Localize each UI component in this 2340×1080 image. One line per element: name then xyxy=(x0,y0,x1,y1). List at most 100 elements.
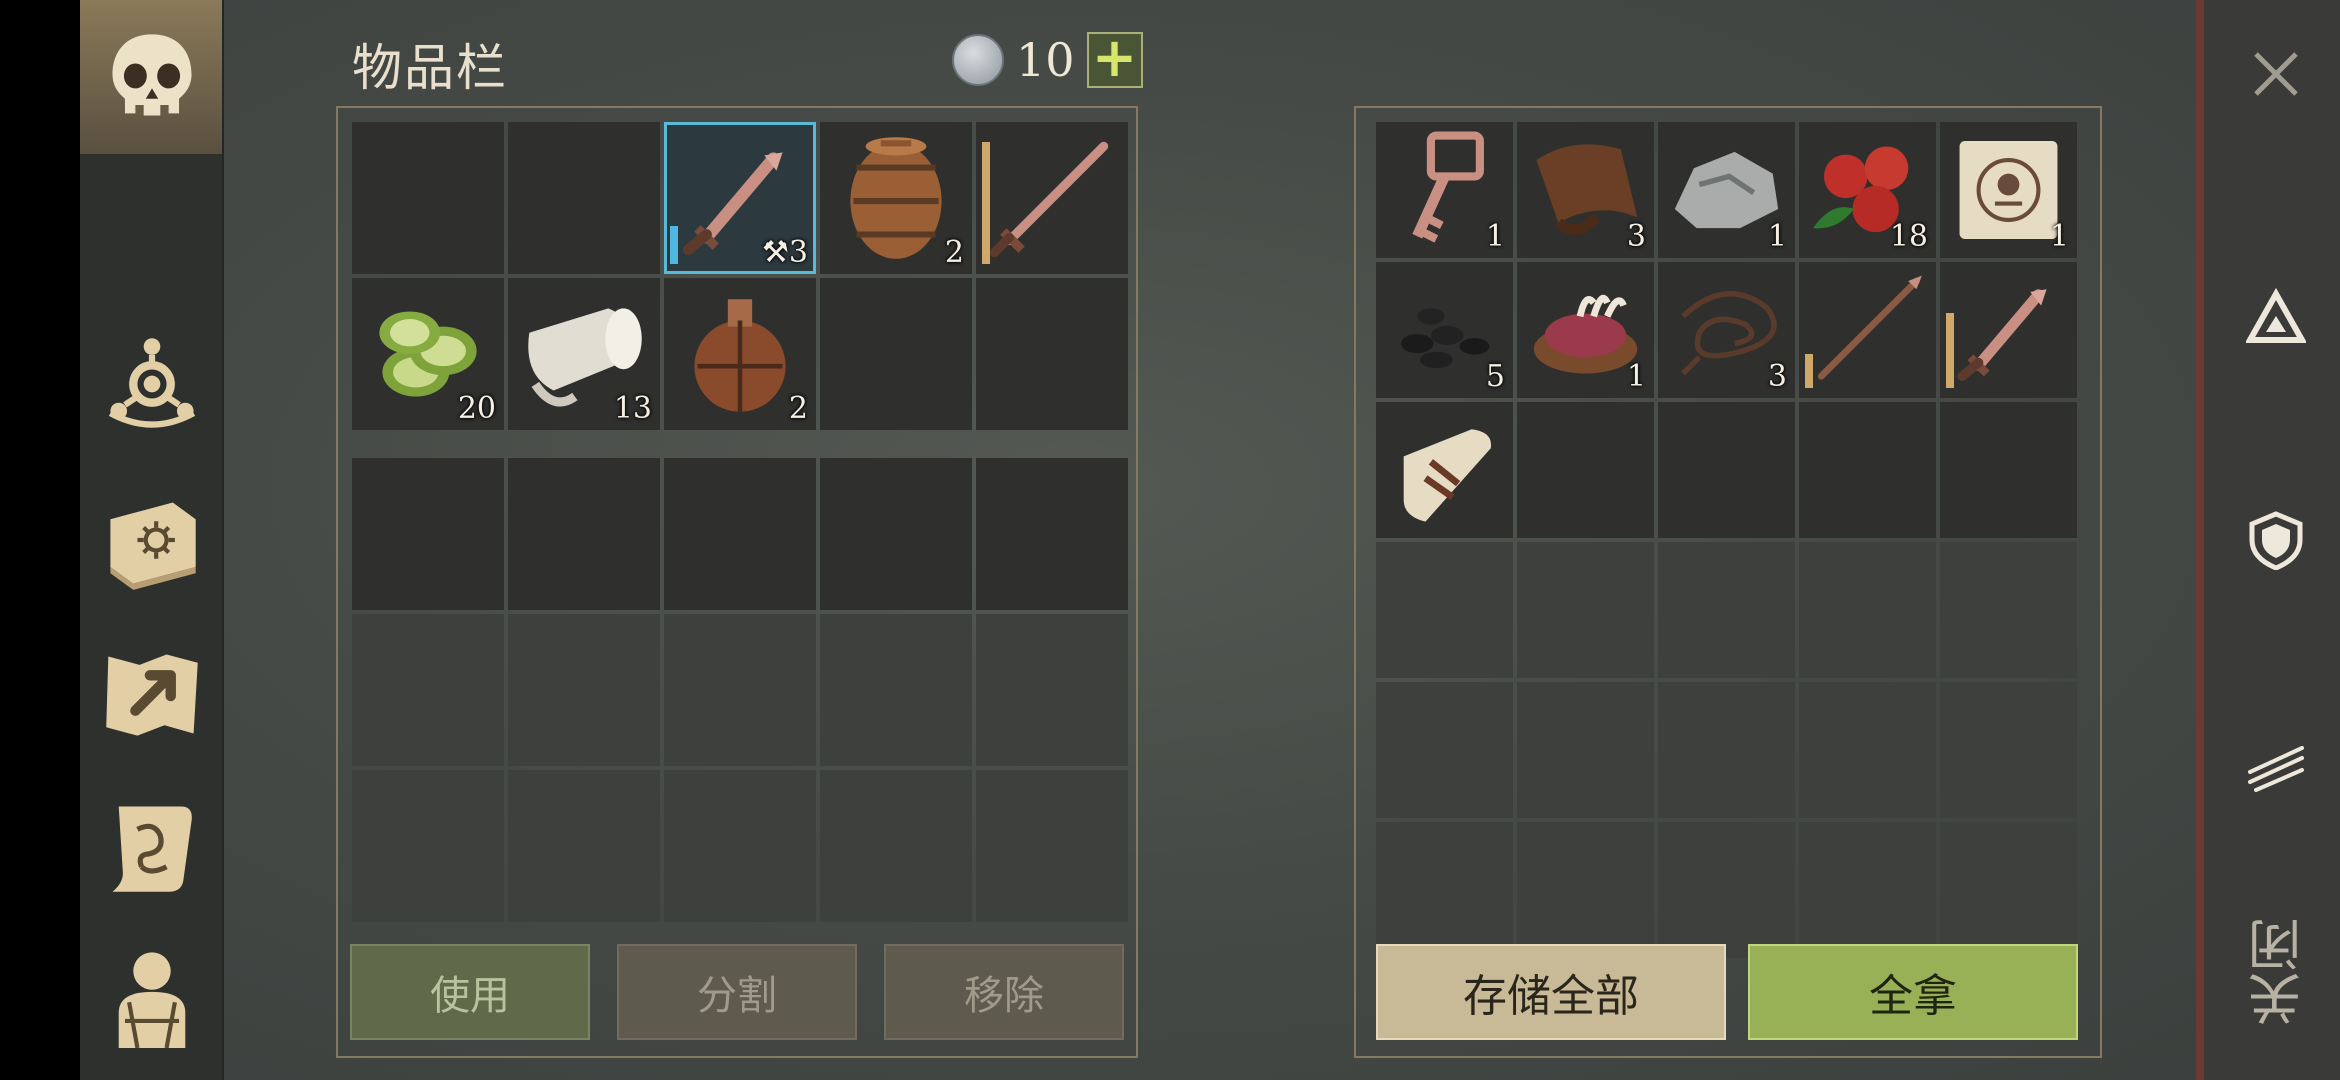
sun-book-icon[interactable] xyxy=(96,484,208,596)
empty-slot[interactable] xyxy=(976,458,1128,610)
empty-slot[interactable] xyxy=(1658,682,1795,818)
empty-slot[interactable] xyxy=(820,614,972,766)
empty-slot[interactable] xyxy=(1799,682,1936,818)
durability-bar xyxy=(670,226,678,264)
empty-slot[interactable] xyxy=(1799,822,1936,958)
item-slot-scroll[interactable] xyxy=(1376,402,1513,538)
item-slot-berries[interactable]: 18 xyxy=(1799,122,1936,258)
quest-scroll-icon[interactable] xyxy=(96,790,208,902)
item-quantity: 5 xyxy=(1485,359,1505,394)
right-sidebar: 关闭 xyxy=(2196,0,2340,1080)
item-slot-leather[interactable]: 3 xyxy=(1517,122,1654,258)
empty-slot[interactable] xyxy=(976,614,1128,766)
empty-slot[interactable] xyxy=(820,278,972,430)
empty-slot[interactable] xyxy=(1376,542,1513,678)
split-button[interactable]: 分割 xyxy=(617,944,857,1040)
empty-slot[interactable] xyxy=(1517,402,1654,538)
durability-bar xyxy=(1946,313,1954,388)
item-quantity: 13 xyxy=(613,391,652,426)
empty-slot[interactable] xyxy=(508,458,660,610)
item-quantity: 1 xyxy=(1767,219,1787,254)
item-slot-barrel[interactable]: 2 xyxy=(820,122,972,274)
item-quantity: ⚒3 xyxy=(762,235,808,270)
item-quantity: 2 xyxy=(788,391,808,426)
item-slot-flask[interactable]: 2 xyxy=(664,278,816,430)
empty-slot[interactable] xyxy=(820,770,972,922)
empty-slot[interactable] xyxy=(1940,682,2077,818)
empty-slot[interactable] xyxy=(976,278,1128,430)
empty-slot[interactable] xyxy=(1376,682,1513,818)
page-title: 物品栏 xyxy=(352,39,508,97)
item-quantity: 2 xyxy=(944,235,964,270)
currency-value: 10 xyxy=(1016,33,1075,87)
sword-icon xyxy=(989,141,1109,258)
coin-icon xyxy=(952,34,1004,86)
shield-icon[interactable] xyxy=(2244,508,2308,572)
empty-slot[interactable] xyxy=(1517,542,1654,678)
item-quantity: 1 xyxy=(1485,219,1505,254)
scroll-icon xyxy=(1403,429,1492,522)
crafting-icon[interactable] xyxy=(96,328,208,440)
empty-slot[interactable] xyxy=(664,614,816,766)
remove-button[interactable]: 移除 xyxy=(884,944,1124,1040)
empty-slot[interactable] xyxy=(1940,822,2077,958)
character-icon[interactable] xyxy=(96,940,208,1052)
empty-slot[interactable] xyxy=(352,614,504,766)
item-slot-coal[interactable]: 5 xyxy=(1376,262,1513,398)
take-all-button[interactable]: 全拿 xyxy=(1748,944,2078,1040)
close-label[interactable]: 关闭 xyxy=(2248,918,2311,1026)
empty-slot[interactable] xyxy=(352,770,504,922)
item-quantity: 20 xyxy=(457,391,496,426)
item-slot-key[interactable]: 1 xyxy=(1376,122,1513,258)
item-slot-cloth-roll[interactable]: 13 xyxy=(508,278,660,430)
spear-icon xyxy=(1817,275,1922,380)
empty-slot[interactable] xyxy=(1799,542,1936,678)
container-grid: 1 3 1 18 1 5 1 3 xyxy=(1376,122,2077,958)
durability-bar xyxy=(982,142,990,264)
empty-slot[interactable] xyxy=(352,122,504,274)
item-quantity: 1 xyxy=(2049,219,2069,254)
store-all-button[interactable]: 存储全部 xyxy=(1376,944,1726,1040)
empty-slot[interactable] xyxy=(1658,822,1795,958)
empty-slot[interactable] xyxy=(508,614,660,766)
camp-icon[interactable] xyxy=(2244,286,2308,350)
item-slot-sword[interactable] xyxy=(976,122,1128,274)
empty-slot[interactable] xyxy=(508,770,660,922)
item-slot-rope[interactable]: 3 xyxy=(1658,262,1795,398)
item-slot-cucumber-slices[interactable]: 20 xyxy=(352,278,504,430)
item-slot-stone[interactable]: 1 xyxy=(1658,122,1795,258)
map-icon[interactable] xyxy=(96,638,208,750)
item-quantity: 3 xyxy=(1767,359,1787,394)
empty-slot[interactable] xyxy=(664,770,816,922)
close-icon[interactable] xyxy=(2244,42,2308,106)
empty-slot[interactable] xyxy=(1658,402,1795,538)
item-slot-raw-meat[interactable]: 1 xyxy=(1517,262,1654,398)
empty-slot[interactable] xyxy=(1376,822,1513,958)
item-quantity: 18 xyxy=(1889,219,1928,254)
empty-slot[interactable] xyxy=(1799,402,1936,538)
empty-slot[interactable] xyxy=(1658,542,1795,678)
use-button[interactable]: 使用 xyxy=(350,944,590,1040)
add-currency-button[interactable]: + xyxy=(1086,31,1143,88)
skull-icon[interactable] xyxy=(96,22,208,134)
empty-slot[interactable] xyxy=(1517,822,1654,958)
empty-slot[interactable] xyxy=(1940,402,2077,538)
empty-slot[interactable] xyxy=(664,458,816,610)
item-quantity: 1 xyxy=(1626,359,1646,394)
empty-slot[interactable] xyxy=(1940,542,2077,678)
claw-icon[interactable] xyxy=(2244,732,2308,796)
durability-bar xyxy=(1805,354,1813,388)
empty-slot[interactable] xyxy=(1517,682,1654,818)
inventory-grid: ⚒3 2 20 13 2 xyxy=(352,122,1128,430)
empty-slot[interactable] xyxy=(508,122,660,274)
left-sidebar xyxy=(80,0,224,1080)
item-slot-spear[interactable] xyxy=(1799,262,1936,398)
dagger-icon xyxy=(1957,289,2047,381)
empty-slot[interactable] xyxy=(820,458,972,610)
currency-display: 10 + xyxy=(952,31,1143,88)
item-slot-dagger[interactable]: ⚒3 xyxy=(664,122,816,274)
empty-slot[interactable] xyxy=(352,458,504,610)
item-slot-dagger[interactable] xyxy=(1940,262,2077,398)
item-slot-map-scroll[interactable]: 1 xyxy=(1940,122,2077,258)
empty-slot[interactable] xyxy=(976,770,1128,922)
